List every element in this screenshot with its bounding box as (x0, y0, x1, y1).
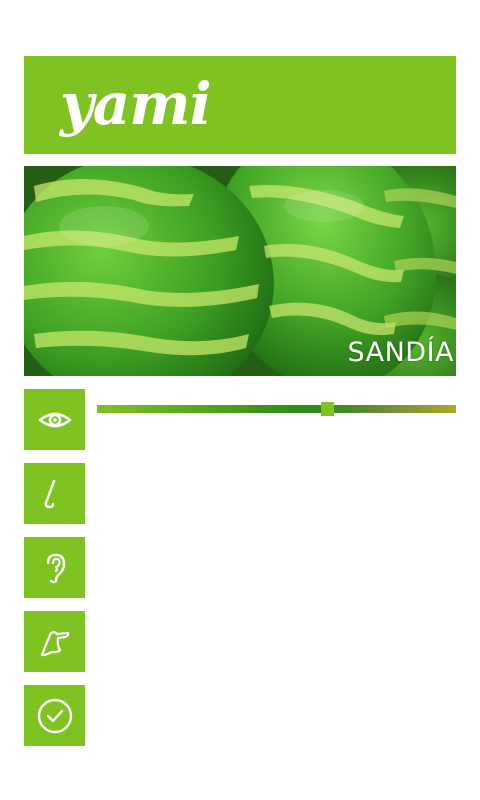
hero-label: SANDÍA (347, 337, 454, 368)
smell-button[interactable] (24, 463, 85, 524)
sight-button[interactable] (24, 389, 85, 450)
done-button[interactable] (24, 685, 85, 746)
check-circle-icon (37, 698, 72, 733)
sense-buttons (24, 389, 85, 759)
touch-button[interactable] (24, 611, 85, 672)
rating-slider[interactable] (97, 396, 456, 422)
ear-icon (46, 553, 65, 583)
app-screen: yami SANDÍA (0, 0, 480, 800)
hearing-button[interactable] (24, 537, 85, 598)
hand-icon (40, 630, 69, 656)
slider-track[interactable] (97, 405, 456, 413)
eye-icon (38, 412, 71, 427)
slider-thumb[interactable] (320, 402, 334, 416)
nose-icon (44, 479, 55, 508)
app-header: yami (24, 56, 456, 154)
hero-image: SANDÍA (24, 166, 456, 376)
app-logo: yami (60, 70, 212, 138)
